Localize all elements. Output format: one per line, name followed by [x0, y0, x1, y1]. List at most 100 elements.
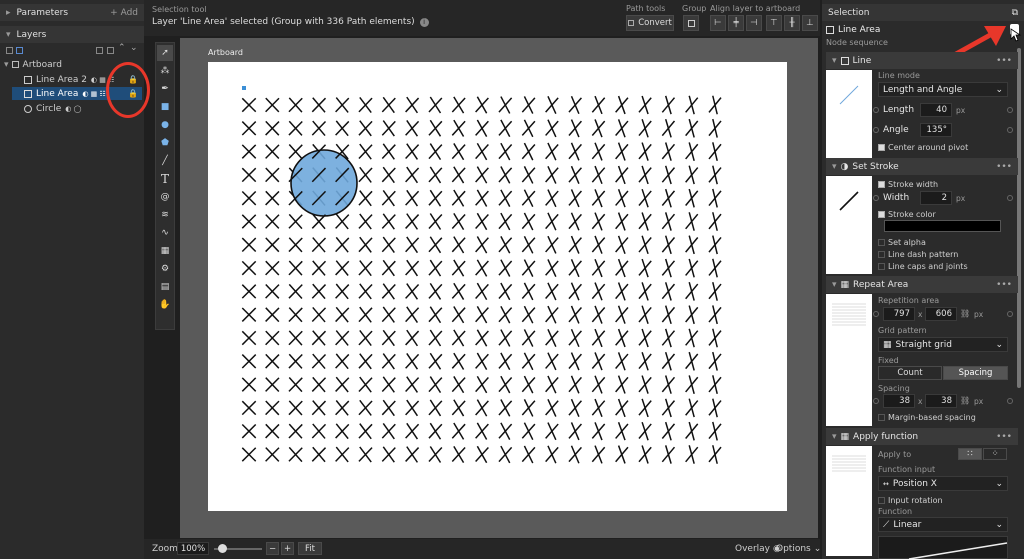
zoom-slider-handle[interactable] [218, 544, 227, 553]
circle-tool-icon[interactable]: ● [157, 117, 173, 133]
margin-spacing-checkbox[interactable]: Margin-based spacing [878, 413, 976, 422]
node-tool-icon[interactable]: ⁂ [157, 63, 173, 79]
copy-layer-icon[interactable] [107, 46, 114, 54]
repeated-line [638, 353, 652, 370]
grid-pattern-select[interactable]: ▦ Straight grid ⌄ [878, 337, 1008, 352]
align-bottom-icon[interactable]: ⊥ [802, 15, 818, 31]
selection-tool-icon[interactable]: ➚ [157, 45, 173, 61]
apply-to-items-toggle[interactable]: ∷ [958, 448, 982, 460]
set-alpha-checkbox[interactable]: Set alpha [878, 238, 926, 247]
line-tool-icon[interactable]: ╱ [157, 153, 173, 169]
canvas-area[interactable]: Artboard [180, 38, 818, 538]
stroke-color-checkbox[interactable]: Stroke color [878, 210, 936, 219]
spacing-output-port[interactable] [1007, 398, 1013, 404]
angle-param-toggle[interactable] [873, 127, 879, 133]
zoom-input[interactable]: 100% [177, 542, 209, 555]
width-param-toggle[interactable] [873, 195, 879, 201]
function-graph[interactable] [878, 536, 1008, 559]
link-icon[interactable]: ⛓ [960, 396, 970, 405]
export-icon[interactable]: ⧉ [1012, 8, 1018, 18]
more-icon[interactable]: ••• [996, 162, 1012, 172]
polygon-tool-icon[interactable]: ⬟ [157, 135, 173, 151]
section-stroke-header[interactable]: ▾ ◑ Set Stroke ••• [826, 158, 1018, 175]
select-layer-icon[interactable] [16, 46, 23, 54]
align-center-v-icon[interactable]: ╫ [784, 15, 800, 31]
length-param-toggle[interactable] [873, 107, 879, 113]
add-parameter-button[interactable]: + Add [110, 8, 138, 18]
fit-button[interactable]: Fit [298, 542, 322, 555]
repeated-line [521, 307, 536, 323]
section-line-header[interactable]: ▾ Line ••• [826, 52, 1018, 69]
apply-to-nodes-toggle[interactable]: ⁘ [983, 448, 1007, 460]
line-icon [826, 25, 834, 34]
more-icon[interactable]: ••• [996, 56, 1012, 66]
stroke-color-swatch[interactable] [884, 220, 1001, 232]
width-input[interactable]: 2 [920, 191, 952, 205]
path-tool-icon[interactable]: ∿ [157, 225, 173, 241]
repeat-tool-icon[interactable]: ▤ [157, 279, 173, 295]
parameters-header[interactable]: ▸ Parameters + Add [0, 4, 144, 21]
spiral-tool-icon[interactable]: @ [157, 189, 173, 205]
more-icon[interactable]: ••• [996, 280, 1012, 290]
width-output-port[interactable] [1007, 195, 1013, 201]
duplicate-layer-icon[interactable] [96, 46, 103, 54]
angle-output-port[interactable] [1007, 127, 1013, 133]
angle-input[interactable]: 135° [920, 123, 952, 137]
rectangle-tool-icon[interactable]: ■ [157, 99, 173, 115]
info-icon[interactable]: i [419, 17, 429, 27]
align-top-icon[interactable]: ⊤ [766, 15, 782, 31]
align-left-icon[interactable]: ⊢ [710, 15, 726, 31]
center-around-pivot-checkbox[interactable]: Center around pivot [878, 143, 968, 152]
length-input[interactable]: 40 [920, 103, 952, 117]
group-button[interactable] [683, 15, 699, 31]
section-apply-header[interactable]: ▾ ▦ Apply function ••• [826, 428, 1018, 445]
wave-tool-icon[interactable]: ≋ [157, 207, 173, 223]
section-repeat-header[interactable]: ▾ ▦ Repeat Area ••• [826, 276, 1018, 293]
input-rotation-checkbox[interactable]: Input rotation [878, 496, 943, 505]
move-up-icon[interactable]: ⌃ [118, 43, 126, 53]
pen-tool-icon[interactable]: ✒ [157, 81, 173, 97]
layers-header[interactable]: ▾ Layers [0, 26, 144, 43]
more-icon[interactable]: ••• [996, 432, 1012, 442]
dash-pattern-checkbox[interactable]: Line dash pattern [878, 250, 958, 259]
options-menu[interactable]: Options ⌄ [776, 544, 821, 554]
function-input-select[interactable]: ↔ Position X ⌄ [878, 476, 1008, 491]
repeated-line [475, 97, 489, 113]
repeated-line [638, 306, 652, 323]
spacing-y-input[interactable]: 38 [925, 394, 957, 408]
convert-button[interactable]: Convert [626, 15, 674, 31]
text-tool-icon[interactable]: T [157, 171, 173, 187]
function-select[interactable]: ⟋ Linear ⌄ [878, 517, 1008, 532]
area-width-input[interactable]: 797 [883, 307, 915, 321]
spacing-toggle[interactable]: Spacing [943, 366, 1008, 380]
add-layer-icon[interactable] [6, 46, 13, 54]
spacing-param-toggle[interactable] [873, 398, 879, 404]
area-param-toggle[interactable] [873, 311, 879, 317]
scrollbar[interactable] [1017, 48, 1021, 388]
count-toggle[interactable]: Count [878, 366, 942, 380]
repeated-line [708, 143, 722, 160]
gear-tool-icon[interactable]: ⚙ [157, 261, 173, 277]
spacing-x-input[interactable]: 38 [883, 394, 915, 408]
align-right-icon[interactable]: ⊣ [746, 15, 762, 31]
area-output-port[interactable] [1007, 311, 1013, 317]
align-center-h-icon[interactable]: ╪ [728, 15, 744, 31]
grid-tool-icon[interactable]: ▦ [157, 243, 173, 259]
artboard[interactable] [208, 62, 787, 511]
zoom-out-button[interactable]: − [266, 542, 279, 555]
length-output-port[interactable] [1007, 107, 1013, 113]
group-label: Group [682, 4, 707, 13]
repeated-line [591, 423, 606, 439]
stroke-width-checkbox[interactable]: Stroke width [878, 180, 938, 189]
overlay-toggle[interactable]: Overlay ◉ [735, 544, 781, 554]
move-down-icon[interactable]: ⌄ [130, 43, 138, 53]
line-mode-select[interactable]: Length and Angle ⌄ [878, 82, 1008, 97]
repeated-line [521, 353, 536, 369]
circle-icon [24, 104, 32, 113]
zoom-in-button[interactable]: + [281, 542, 294, 555]
caps-joints-checkbox[interactable]: Line caps and joints [878, 262, 968, 271]
checkbox-unchecked [878, 497, 885, 504]
link-icon[interactable]: ⛓ [960, 309, 970, 318]
hand-tool-icon[interactable]: ✋ [157, 297, 173, 313]
area-height-input[interactable]: 606 [925, 307, 957, 321]
